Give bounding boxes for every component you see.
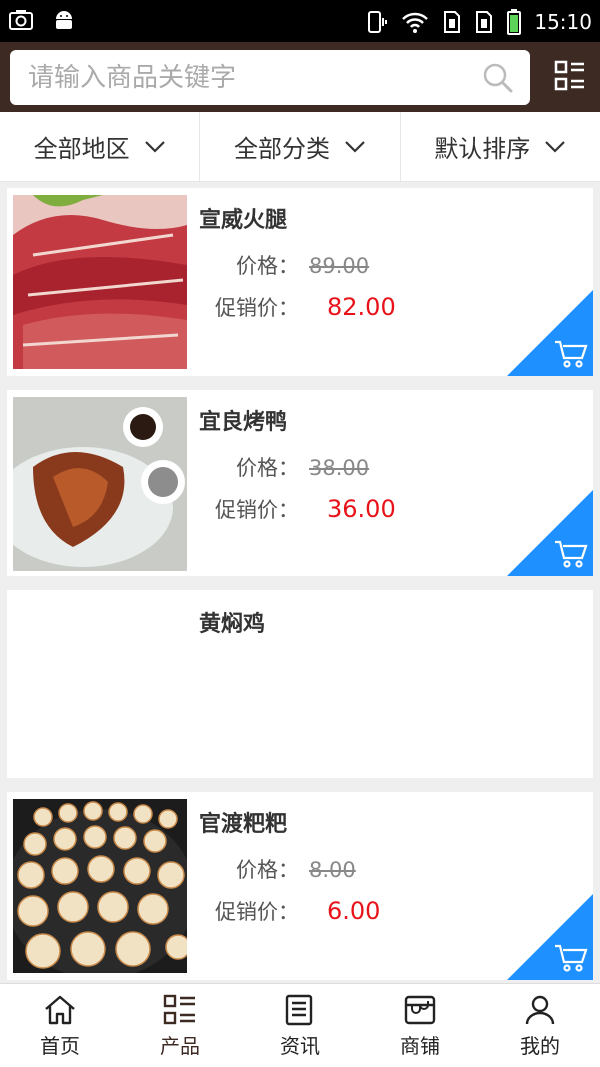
- promo-price: 82.00: [327, 293, 396, 321]
- price-row: 价格： 38.00: [207, 452, 369, 482]
- product-name: 宜良烤鸭: [199, 410, 288, 435]
- tab-me[interactable]: 我的: [480, 984, 600, 1067]
- product-name: 宣威火腿: [199, 208, 288, 233]
- tab-products[interactable]: 产品: [120, 984, 240, 1067]
- tab-me-label: 我的: [520, 1034, 560, 1058]
- filter-sort[interactable]: 默认排序: [399, 112, 600, 181]
- original-price: 89.00: [309, 254, 370, 278]
- tab-home[interactable]: 首页: [0, 984, 120, 1067]
- ham-photo: [13, 195, 187, 369]
- add-to-cart-button[interactable]: [507, 290, 593, 376]
- list-icon: [163, 994, 195, 1025]
- home-icon: [45, 995, 75, 1025]
- tab-home-label: 首页: [40, 1034, 80, 1058]
- promo-label: 促销价：: [215, 296, 299, 320]
- price-label: 价格：: [236, 254, 299, 278]
- add-to-cart-button[interactable]: [507, 894, 593, 980]
- chevron-down-icon: [144, 140, 165, 153]
- wifi-icon: [402, 12, 429, 33]
- product-card[interactable]: 宜良烤鸭 价格： 38.00 促销价： 36.00: [7, 390, 593, 576]
- price-label: 价格：: [236, 456, 299, 480]
- status-time: 15:10: [534, 10, 592, 34]
- filter-sort-label: 默认排序: [434, 135, 531, 163]
- baba-cakes-photo: [13, 799, 187, 973]
- category-menu-icon[interactable]: [554, 60, 586, 92]
- shop-icon: [404, 995, 436, 1025]
- price-label: 价格：: [236, 858, 299, 882]
- product-name: 官渡粑粑: [199, 812, 288, 837]
- chevron-down-icon: [545, 140, 566, 153]
- chevron-down-icon: [345, 140, 365, 153]
- android-icon: [56, 11, 72, 29]
- user-icon: [525, 995, 555, 1025]
- promo-label: 促销价：: [215, 900, 299, 924]
- bottom-tab-bar: 首页 产品 资讯 商铺 我的: [0, 983, 600, 1067]
- news-icon: [285, 994, 313, 1026]
- price-row: 价格： 8.00: [207, 854, 356, 884]
- original-price: 38.00: [309, 456, 370, 480]
- search-icon[interactable]: [482, 62, 514, 94]
- promo-price: 6.00: [327, 897, 381, 925]
- filter-category[interactable]: 全部分类: [199, 112, 399, 181]
- phone-vibrate-icon: [368, 11, 388, 33]
- tab-news-label: 资讯: [280, 1034, 320, 1058]
- search-input[interactable]: [10, 50, 450, 105]
- tab-products-label: 产品: [160, 1034, 200, 1058]
- filter-category-label: 全部分类: [233, 135, 330, 163]
- status-bar: 15:10: [0, 0, 600, 42]
- promo-row: 促销价： 82.00: [207, 292, 396, 322]
- filter-bar: 全部地区 全部分类 默认排序: [0, 112, 600, 182]
- product-card[interactable]: 宣威火腿 价格： 89.00 促销价： 82.00: [7, 188, 593, 376]
- search-box[interactable]: [10, 50, 530, 105]
- roast-duck-photo: [13, 397, 187, 571]
- original-price: 8.00: [309, 858, 356, 882]
- tab-shops-label: 商铺: [400, 1034, 440, 1058]
- header-bar: [0, 42, 600, 112]
- promo-row: 促销价： 36.00: [207, 494, 396, 524]
- tab-news[interactable]: 资讯: [240, 984, 360, 1067]
- price-row: 价格： 89.00: [207, 250, 369, 280]
- product-name: 黄焖鸡: [199, 612, 266, 637]
- product-card[interactable]: 官渡粑粑 价格： 8.00 促销价： 6.00: [7, 792, 593, 980]
- screenshot-icon: [9, 10, 33, 30]
- promo-price: 36.00: [327, 495, 396, 523]
- sim-2-icon: [476, 11, 493, 33]
- product-card[interactable]: 黄焖鸡: [7, 590, 593, 778]
- promo-row: 促销价： 6.00: [207, 896, 380, 926]
- tab-shops[interactable]: 商铺: [360, 984, 480, 1067]
- add-to-cart-button[interactable]: [507, 490, 593, 576]
- promo-label: 促销价：: [215, 498, 299, 522]
- filter-region[interactable]: 全部地区: [0, 112, 199, 181]
- sim-1-icon: [444, 11, 461, 33]
- filter-region-label: 全部地区: [33, 135, 130, 163]
- battery-icon: [507, 9, 522, 35]
